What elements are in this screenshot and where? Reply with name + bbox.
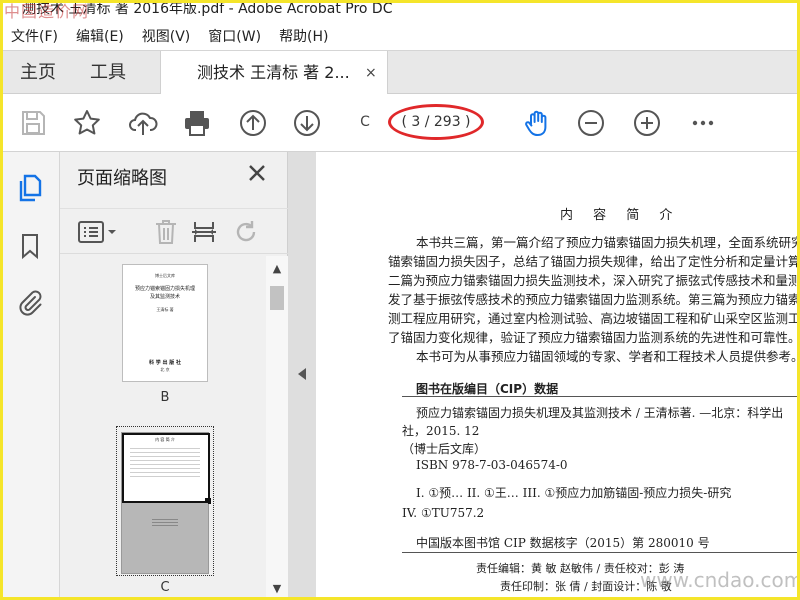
save-icon[interactable] bbox=[16, 106, 50, 140]
thumb-c-view-box[interactable] bbox=[122, 433, 210, 503]
cip-line: 中国版本图书馆 CIP 数据核字（2015）第 280010 号 bbox=[416, 536, 710, 550]
title-bar: 测技术 王清标 著 2016年版.pdf - Adobe Acrobat Pro… bbox=[0, 0, 800, 22]
page-thumbnail-c[interactable]: 内 容 简 介 bbox=[121, 432, 211, 574]
cip-line: IV. ①TU757.2 bbox=[402, 506, 485, 520]
scroll-down-arrow-icon[interactable]: ▼ bbox=[271, 582, 283, 595]
site-watermark: www.cndao.com bbox=[640, 568, 800, 592]
star-icon[interactable] bbox=[70, 106, 104, 140]
document-view[interactable]: 内 容 简 介 本书共三篇，第一篇介绍了预应力锚索锚固力损失机理，全面系统研究了… bbox=[316, 152, 800, 600]
doc-paragraph-line: 本书可为从事预应力锚固领域的专家、学者和工程技术人员提供参考。 bbox=[416, 349, 800, 364]
tab-home[interactable]: 主页 bbox=[20, 51, 56, 94]
thumbnail-scrollbar[interactable]: ▲ ▼ bbox=[266, 256, 288, 600]
scroll-up-arrow-icon[interactable]: ▲ bbox=[271, 262, 283, 275]
page-number-input[interactable]: C bbox=[350, 110, 380, 134]
delete-icon[interactable] bbox=[150, 217, 182, 247]
left-rail bbox=[0, 152, 60, 600]
cip-bottom-rule bbox=[402, 552, 800, 553]
cip-line: 社，2015. 12 bbox=[402, 424, 480, 438]
page-thumbnail-b[interactable]: 博士后文库 预应力锚索锚固力损失机理 及其监测技术 王清标 著 科 学 出 版 … bbox=[122, 264, 208, 382]
menu-file[interactable]: 文件(F) bbox=[4, 26, 65, 46]
panel-collapse-strip[interactable] bbox=[288, 152, 316, 600]
page-count-display: ( 3 / 293 ) bbox=[388, 104, 484, 140]
attachment-icon[interactable] bbox=[14, 286, 46, 318]
thumb-b-title-1: 预应力锚索锚固力损失机理 bbox=[134, 286, 195, 292]
close-tab-button[interactable]: × bbox=[365, 51, 377, 95]
cip-line: （博士后文库） bbox=[402, 442, 487, 456]
print-icon[interactable] bbox=[180, 106, 214, 140]
menu-window[interactable]: 窗口(W) bbox=[201, 26, 268, 46]
doc-paragraph-line: 二篇为预应力锚索锚固力损失监测技术，深入研究了振弦式传感技术和量测技术 bbox=[388, 273, 800, 288]
arrow-down-circle-icon[interactable] bbox=[290, 106, 324, 140]
thumb-b-author: 王清标 著 bbox=[156, 307, 174, 312]
tab-document[interactable]: 测技术 王清标 著 2... × bbox=[160, 51, 388, 95]
more-icon[interactable] bbox=[686, 106, 720, 140]
cip-title: 图书在版编目（CIP）数据 bbox=[416, 382, 559, 396]
zoom-out-icon[interactable] bbox=[574, 106, 608, 140]
doc-paragraph-line: 了锚固力变化规律，验证了预应力锚索锚固力监测系统的先进性和可靠性。 bbox=[388, 330, 800, 345]
thumbnail-label-b: B bbox=[160, 390, 170, 405]
doc-paragraph-line: 锚索锚固力损失因子，总结了锚固力损失规律，给出了定性分析和定量计算方法 bbox=[388, 254, 800, 269]
menu-view[interactable]: 视图(V) bbox=[135, 26, 198, 46]
close-panel-icon[interactable] bbox=[246, 162, 268, 184]
panel-title: 页面缩略图 bbox=[77, 168, 167, 189]
thumbnail-label-c: C bbox=[160, 580, 170, 595]
page-thumbnails-icon[interactable] bbox=[14, 172, 46, 204]
doc-heading: 内 容 简 介 bbox=[560, 208, 681, 223]
hand-tool-icon[interactable] bbox=[520, 106, 554, 140]
zoom-in-icon[interactable] bbox=[630, 106, 664, 140]
cip-line: 预应力锚索锚固力损失机理及其监测技术 / 王清标著. —北京：科学出 bbox=[416, 406, 784, 420]
rotate-icon[interactable] bbox=[230, 217, 262, 247]
menu-edit[interactable]: 编辑(E) bbox=[69, 26, 131, 46]
thumb-b-publisher: 科 学 出 版 社 bbox=[149, 360, 181, 366]
document-page: 内 容 简 介 本书共三篇，第一篇介绍了预应力锚索锚固力损失机理，全面系统研究了… bbox=[316, 152, 800, 600]
tab-tools[interactable]: 工具 bbox=[90, 51, 126, 94]
upload-cloud-icon[interactable] bbox=[126, 106, 160, 140]
cip-line: I. ①预… II. ①王… III. ①预应力加筋锚固-预应力损失-研究 bbox=[416, 486, 732, 500]
document-tab-label: 测技术 王清标 著 2... bbox=[197, 63, 350, 82]
doc-paragraph-line: 发了基于振弦传感技术的预应力锚索锚固力监测系统。第三篇为预应力锚索锚固 bbox=[388, 292, 800, 307]
page-thumbnails-panel: 页面缩略图 博士后文库 预应力锚索锚固力损失机理 及其监测技术 王清标 著 科 … bbox=[60, 152, 288, 600]
thumb-c-shade-text bbox=[152, 517, 178, 527]
doc-paragraph-line: 测工程应用研究，通过室内检测试验、高边坡锚固工程和矿山采空区监测工程， bbox=[388, 311, 800, 326]
thumb-b-city: 北 京 bbox=[160, 367, 170, 372]
thumb-b-top-text: 博士后文库 bbox=[155, 273, 175, 278]
collapse-panel-arrow-icon[interactable] bbox=[298, 368, 306, 380]
scrollbar-thumb[interactable] bbox=[270, 286, 284, 310]
options-list-icon[interactable] bbox=[74, 217, 122, 247]
menu-bar: 文件(F) 编辑(E) 视图(V) 窗口(W) 帮助(H) bbox=[0, 22, 800, 50]
insert-page-icon[interactable] bbox=[188, 217, 220, 247]
thumb-b-title-2: 及其监测技术 bbox=[149, 294, 180, 300]
thumbnail-list: 博士后文库 预应力锚索锚固力损失机理 及其监测技术 王清标 著 科 学 出 版 … bbox=[60, 256, 266, 600]
watermark-text: 中国造价网 bbox=[4, 2, 90, 21]
menu-help[interactable]: 帮助(H) bbox=[272, 26, 335, 46]
arrow-up-circle-icon[interactable] bbox=[236, 106, 270, 140]
cip-line: ISBN 978-7-03-046574-0 bbox=[416, 458, 568, 472]
thumb-c-offscreen-shade bbox=[122, 503, 208, 573]
tab-bar: 主页 工具 测技术 王清标 著 2... × bbox=[0, 50, 800, 95]
bookmark-icon[interactable] bbox=[14, 230, 46, 262]
panel-toolbar bbox=[60, 208, 288, 254]
cip-rule bbox=[402, 396, 800, 397]
doc-paragraph-line: 本书共三篇，第一篇介绍了预应力锚索锚固力损失机理，全面系统研究了预 bbox=[416, 235, 800, 250]
